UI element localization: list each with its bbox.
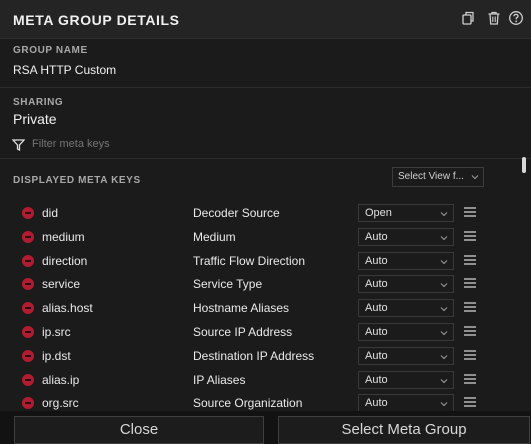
chevron-down-icon <box>471 175 479 180</box>
scrollbar-thumb[interactable] <box>522 157 526 173</box>
drag-handle-icon[interactable] <box>464 302 476 312</box>
meta-keys-list: did Decoder Source Open medium Medium Auto dir… <box>0 201 531 411</box>
display-mode-value: Open <box>365 207 392 219</box>
sharing-value: Private <box>13 111 57 127</box>
remove-key-icon[interactable] <box>22 349 34 362</box>
chevron-down-icon <box>440 259 448 264</box>
trash-icon[interactable] <box>486 10 502 26</box>
help-icon[interactable] <box>508 10 524 26</box>
meta-key-row: medium Medium Auto <box>0 225 531 249</box>
display-mode-value: Auto <box>365 326 388 338</box>
select-meta-group-button[interactable]: Select Meta Group <box>278 416 530 444</box>
chevron-down-icon <box>440 283 448 288</box>
remove-key-icon[interactable] <box>22 302 34 315</box>
display-mode-value: Auto <box>365 230 388 243</box>
meta-key-row: org.src Source Organization Auto <box>0 391 531 411</box>
drag-handle-icon[interactable] <box>464 397 476 408</box>
meta-key-row: service Service Type Auto <box>0 272 531 296</box>
meta-key-name: alias.host <box>42 301 93 316</box>
meta-key-row: ip.src Source IP Address Auto <box>0 320 531 344</box>
display-mode-dropdown[interactable]: Auto <box>358 275 454 294</box>
meta-key-row: alias.host Hostname Aliases Auto <box>0 296 531 320</box>
group-name-label: GROUP NAME <box>13 45 88 56</box>
meta-key-description: Destination IP Address <box>193 348 315 363</box>
filter-meta-keys-input[interactable] <box>32 138 212 150</box>
display-mode-dropdown[interactable]: Auto <box>358 323 454 341</box>
display-mode-value: Auto <box>365 373 388 386</box>
display-mode-dropdown[interactable]: Auto <box>358 394 454 411</box>
group-name-value: RSA HTTP Custom <box>13 63 117 77</box>
select-view-text: Select View f... <box>398 171 464 182</box>
meta-key-row: did Decoder Source Open <box>0 201 531 225</box>
chevron-down-icon <box>440 331 448 336</box>
filter-icon <box>12 139 25 151</box>
display-mode-dropdown[interactable]: Auto <box>358 227 454 246</box>
display-mode-value: Auto <box>365 397 388 410</box>
remove-key-icon[interactable] <box>22 207 34 219</box>
display-mode-value: Auto <box>365 278 388 291</box>
chevron-down-icon <box>440 354 448 360</box>
remove-key-icon[interactable] <box>22 373 34 386</box>
meta-key-row: alias.ip IP Aliases Auto <box>0 368 531 392</box>
drag-handle-icon[interactable] <box>464 350 476 360</box>
meta-key-row: ip.dst Destination IP Address Auto <box>0 344 531 368</box>
meta-key-name: alias.ip <box>42 372 80 387</box>
panel-header: META GROUP DETAILS <box>0 0 531 39</box>
remove-key-icon[interactable] <box>22 278 34 291</box>
display-mode-dropdown[interactable]: Auto <box>358 346 454 365</box>
chevron-down-icon <box>440 402 448 407</box>
drag-handle-icon[interactable] <box>464 278 476 289</box>
meta-key-description: Source Organization <box>193 396 303 411</box>
meta-key-description: Hostname Aliases <box>193 301 290 316</box>
remove-key-icon[interactable] <box>22 326 34 338</box>
meta-key-description: Source IP Address <box>193 325 293 339</box>
display-mode-value: Auto <box>365 254 388 267</box>
meta-key-name: ip.dst <box>42 348 71 363</box>
drag-handle-icon[interactable] <box>464 326 476 336</box>
meta-key-description: Medium <box>193 229 236 244</box>
display-mode-dropdown[interactable]: Auto <box>358 299 454 318</box>
chevron-down-icon <box>440 235 448 241</box>
chevron-down-icon <box>440 378 448 383</box>
meta-key-name: service <box>42 277 81 292</box>
chevron-down-icon <box>440 212 448 217</box>
filter-bar <box>12 138 212 152</box>
panel-title: META GROUP DETAILS <box>13 12 180 28</box>
close-button[interactable]: Close <box>14 416 264 444</box>
meta-key-name: direction <box>42 253 88 268</box>
display-mode-dropdown[interactable]: Auto <box>358 370 454 389</box>
meta-group-details-panel: META GROUP DETAILS GROUP NAME RSA HTTP C… <box>0 0 531 444</box>
sharing-label: SHARING <box>13 97 64 108</box>
remove-key-icon[interactable] <box>22 230 34 243</box>
chevron-down-icon <box>440 307 448 312</box>
divider <box>0 87 531 88</box>
meta-key-description: Traffic Flow Direction <box>193 253 306 268</box>
drag-handle-icon[interactable] <box>464 231 476 241</box>
remove-key-icon[interactable] <box>22 254 34 267</box>
meta-key-description: Decoder Source <box>193 206 280 220</box>
meta-key-name: ip.src <box>42 325 71 339</box>
drag-handle-icon[interactable] <box>464 373 476 384</box>
copy-icon[interactable] <box>460 10 476 26</box>
display-mode-dropdown[interactable]: Open <box>358 204 454 222</box>
select-view-dropdown[interactable]: Select View f... <box>392 167 484 187</box>
remove-key-icon[interactable] <box>22 397 34 410</box>
meta-key-name: medium <box>42 229 85 244</box>
meta-key-description: Service Type <box>193 277 263 292</box>
display-mode-dropdown[interactable]: Auto <box>358 251 454 270</box>
display-mode-value: Auto <box>365 349 388 362</box>
displayed-meta-keys-label: DISPLAYED META KEYS <box>13 175 141 186</box>
display-mode-value: Auto <box>365 302 388 315</box>
meta-key-name: did <box>42 206 59 220</box>
meta-key-name: org.src <box>42 396 79 411</box>
drag-handle-icon[interactable] <box>464 207 476 217</box>
drag-handle-icon[interactable] <box>464 254 476 265</box>
meta-key-description: IP Aliases <box>193 372 246 387</box>
meta-key-row: direction Traffic Flow Direction Auto <box>0 249 531 273</box>
divider <box>0 158 531 159</box>
